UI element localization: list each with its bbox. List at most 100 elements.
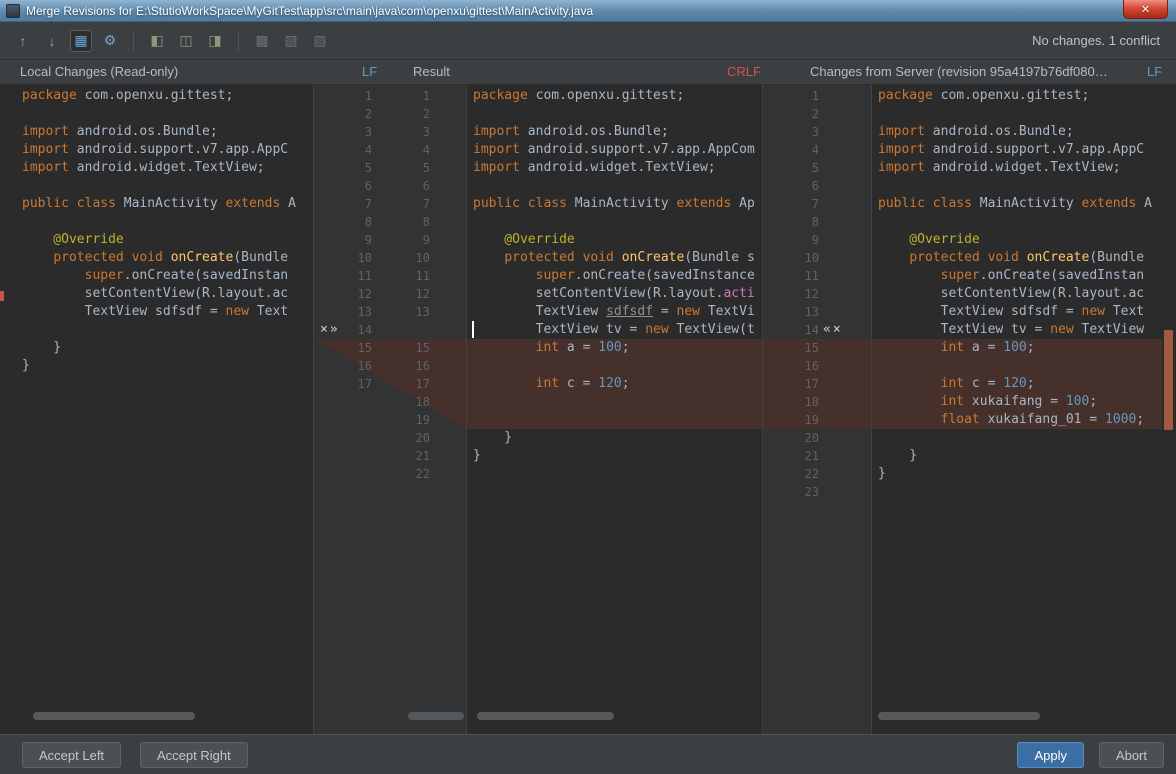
right-editor[interactable]: package com.openxu.gittest; import androi… <box>872 85 1162 734</box>
line-number-right: 2 <box>811 107 819 121</box>
right-gutter: 1 2 3 4 5 6 7 8 9 10 11 12 13 14 «× 15 16 17 18 19 20 21 22 23 <box>762 85 872 734</box>
gutter-row: 3 <box>763 123 871 141</box>
close-button[interactable]: ✕ <box>1123 0 1168 19</box>
code-token: new <box>1050 322 1074 337</box>
abort-button[interactable]: Abort <box>1098 742 1164 768</box>
code-token: import <box>878 124 925 139</box>
settings-gear-icon[interactable]: ⚙ <box>99 30 121 52</box>
code-token: extends <box>1081 196 1137 211</box>
code-token: float <box>940 412 980 427</box>
result-hscrollbar-thumb[interactable] <box>477 712 614 720</box>
compare-mode-1-icon[interactable]: ▩ <box>251 30 273 52</box>
code-line: @Override <box>467 231 762 249</box>
close-icon: ✕ <box>1140 3 1151 16</box>
left-hscrollbar-thumb[interactable] <box>33 712 195 720</box>
code-token: ; <box>1026 376 1035 391</box>
accept-left-button[interactable]: Accept Left <box>22 742 122 768</box>
left-eol-badge[interactable]: LF <box>362 64 377 79</box>
code-token: android.support.v7.app.AppC <box>924 142 1145 157</box>
code-line: TextView tv = new TextView <box>872 321 1162 339</box>
result-editor[interactable]: package com.openxu.gittest; import androi… <box>467 85 762 734</box>
error-stripe[interactable] <box>1162 85 1176 734</box>
code-line: protected void onCreate(Bundle s <box>467 249 762 267</box>
code-token: public class <box>473 196 567 211</box>
compare-mode-3-icon[interactable]: ▧ <box>309 30 331 52</box>
line-number-result: 15 <box>415 341 430 355</box>
code-line: super.onCreate(savedInstance <box>467 267 762 285</box>
gutter-row: 19 <box>763 411 871 429</box>
code-line: @Override <box>16 231 313 249</box>
conflict-action-icons-right[interactable]: «× <box>823 321 843 339</box>
code-line: public class MainActivity extends A <box>872 195 1162 213</box>
gutter-row: 11 <box>314 87 466 105</box>
code-line: public class MainActivity extends Ap <box>467 195 762 213</box>
code-line <box>467 393 762 411</box>
left-editor[interactable]: package com.openxu.gittest; import androi… <box>16 85 313 734</box>
title-bar[interactable]: Merge Revisions for E:\StutioWorkSpace\M… <box>0 0 1176 22</box>
gutter-row: 66 <box>314 177 466 195</box>
line-number-left: 13 <box>357 305 372 319</box>
code-token: super <box>535 268 575 283</box>
line-number-result: 21 <box>415 449 430 463</box>
code-line: package com.openxu.gittest; <box>467 87 762 105</box>
code-token: ; <box>621 340 630 355</box>
panel-headers: Local Changes (Read-only) LF Result CRLF… <box>0 60 1176 85</box>
result-eol-badge[interactable]: CRLF <box>727 64 761 79</box>
code-line: setContentView(R.layout.acti <box>467 285 762 303</box>
gutter-row: 14 «× <box>763 321 871 339</box>
result-hscrollbar-left[interactable] <box>408 712 464 720</box>
line-number-left: 12 <box>357 287 372 301</box>
compare-mode-2-icon[interactable]: ▨ <box>280 30 302 52</box>
right-hscrollbar-thumb[interactable] <box>878 712 1040 720</box>
code-line: protected void onCreate(Bundle <box>872 249 1162 267</box>
line-number-left <box>322 429 372 447</box>
code-token: 100 <box>598 340 622 355</box>
apply-button[interactable]: Apply <box>1017 742 1084 768</box>
conflict-stripe-marker[interactable] <box>1164 330 1173 430</box>
line-number-result: 16 <box>415 359 430 373</box>
code-token: int <box>940 394 965 409</box>
apply-non-conflicting-right-icon[interactable]: ◨ <box>204 30 226 52</box>
apply-all-non-conflicting-icon[interactable]: ◫ <box>175 30 197 52</box>
line-number-right: 21 <box>804 449 819 463</box>
line-number-right: 11 <box>804 269 819 283</box>
code-line: } <box>467 447 762 465</box>
code-line: @Override <box>872 231 1162 249</box>
code-line: import android.support.v7.app.AppC <box>872 141 1162 159</box>
next-difference-icon[interactable]: ↓ <box>41 30 63 52</box>
apply-non-conflicting-left-icon[interactable]: ◧ <box>146 30 168 52</box>
gutter-row: 17 <box>763 375 871 393</box>
code-token: com.openxu.gittest; <box>76 88 234 103</box>
code-token: xukaifang_01 = <box>979 412 1105 427</box>
accept-right-button[interactable]: Accept Right <box>140 742 248 768</box>
line-number-left: 16 <box>357 359 372 373</box>
code-line: package com.openxu.gittest; <box>872 87 1162 105</box>
side-by-side-viewer-icon[interactable]: ▦ <box>70 29 92 52</box>
code-token: 120 <box>598 376 622 391</box>
line-number-right: 6 <box>811 179 819 193</box>
line-number-result: 4 <box>422 143 430 157</box>
previous-difference-icon[interactable]: ↑ <box>12 30 34 52</box>
code-token: import <box>878 160 925 175</box>
code-token: Text <box>1104 304 1145 319</box>
code-line: protected void onCreate(Bundle <box>16 249 313 267</box>
gutter-row: 8 <box>763 213 871 231</box>
code-token: new <box>225 304 249 319</box>
line-number-right: 13 <box>804 305 819 319</box>
code-line: setContentView(R.layout.ac <box>872 285 1162 303</box>
line-number-result: 7 <box>422 197 430 211</box>
gutter-row: 22 <box>763 465 871 483</box>
conflict-action-icons-left[interactable]: ×» <box>320 321 340 339</box>
code-token: new <box>676 304 700 319</box>
line-number-right: 15 <box>804 341 819 355</box>
code-line: } <box>16 339 313 357</box>
gutter-row: 20 <box>314 429 466 447</box>
line-number-left: 9 <box>364 233 372 247</box>
right-eol-badge[interactable]: LF <box>1147 64 1162 79</box>
code-token: @Override <box>878 232 980 247</box>
code-token: 1000 <box>1105 412 1137 427</box>
